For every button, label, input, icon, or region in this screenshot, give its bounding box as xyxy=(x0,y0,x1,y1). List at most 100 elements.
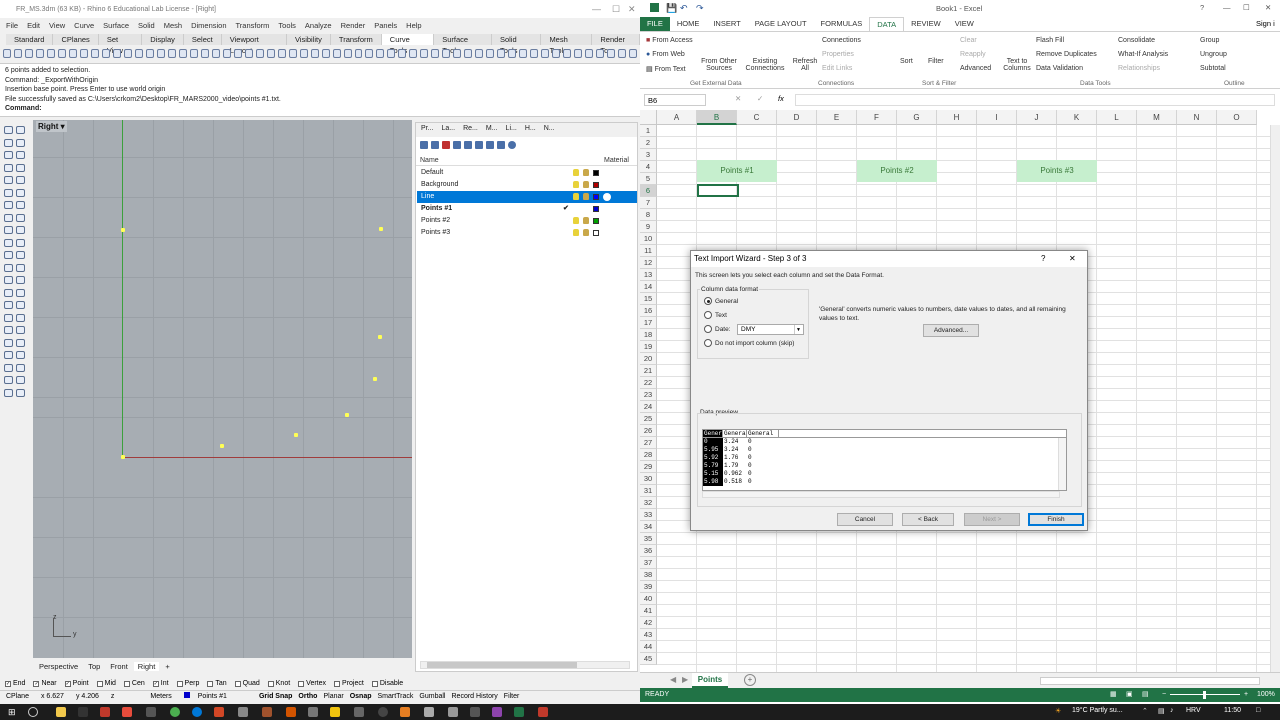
app-icon[interactable] xyxy=(492,707,502,717)
column-header[interactable]: I xyxy=(977,110,1017,125)
tool-icon[interactable] xyxy=(16,226,25,234)
preview-column-header[interactable]: Genera xyxy=(723,430,747,437)
points-header-cell[interactable]: Points #1 xyxy=(697,160,777,182)
viewport-tab[interactable]: Top xyxy=(84,662,104,671)
osnap-toggle[interactable]: ✓ Int xyxy=(152,680,169,687)
minimize-icon[interactable]: — xyxy=(592,4,601,14)
layer-color-swatch[interactable] xyxy=(593,230,599,236)
layer-row[interactable]: Line xyxy=(417,191,637,203)
horizontal-scrollbar[interactable] xyxy=(420,661,630,669)
command-prompt[interactable]: Command: xyxy=(5,104,635,114)
what-if-button[interactable]: What-If Analysis xyxy=(1118,51,1168,58)
curve-tool-icon[interactable] xyxy=(310,49,319,58)
row-header[interactable]: 16 xyxy=(640,305,657,317)
menu-item[interactable]: File xyxy=(6,21,18,30)
curve-tool-icon[interactable] xyxy=(596,49,605,58)
row-header[interactable]: 3 xyxy=(640,149,657,161)
row-header[interactable]: 43 xyxy=(640,629,657,641)
formula-input[interactable] xyxy=(795,94,1275,106)
curve-tool-icon[interactable] xyxy=(233,49,242,58)
curve-tool-icon[interactable] xyxy=(332,49,341,58)
row-header[interactable]: 42 xyxy=(640,617,657,629)
osnap-toggle[interactable]: Cen xyxy=(123,680,145,687)
name-box[interactable]: B6 xyxy=(644,94,706,106)
new-sublayer-icon[interactable] xyxy=(431,141,439,149)
curve-tool-icon[interactable] xyxy=(552,49,561,58)
format-radio[interactable] xyxy=(704,325,712,333)
point-marker[interactable] xyxy=(373,377,377,381)
curve-tool-icon[interactable] xyxy=(629,49,638,58)
point-marker[interactable] xyxy=(379,227,383,231)
tool-icon[interactable] xyxy=(4,363,13,372)
column-header[interactable]: M xyxy=(1137,110,1177,125)
app-icon[interactable] xyxy=(100,707,110,717)
curve-tool-icon[interactable] xyxy=(145,49,154,58)
curve-tool-icon[interactable] xyxy=(365,49,374,58)
lock-icon[interactable] xyxy=(583,193,589,200)
cplane-label[interactable]: CPlane xyxy=(0,693,35,700)
curve-tool-icon[interactable] xyxy=(211,49,220,58)
curve-tool-icon[interactable] xyxy=(266,49,275,58)
new-layer-icon[interactable] xyxy=(420,141,428,149)
flash-fill-button[interactable]: Flash Fill xyxy=(1036,37,1064,44)
format-option-label[interactable]: Date: xyxy=(715,326,731,333)
bulb-icon[interactable] xyxy=(573,169,579,176)
tool-icon[interactable] xyxy=(4,138,13,147)
advanced-filter-button[interactable]: Advanced xyxy=(960,65,991,72)
format-radio[interactable] xyxy=(704,297,712,305)
remove-duplicates-button[interactable]: Remove Duplicates xyxy=(1036,51,1097,58)
group-button[interactable]: Group xyxy=(1200,37,1219,44)
date-format-select[interactable]: DMY ▼ xyxy=(737,324,804,335)
curve-tool-icon[interactable] xyxy=(530,49,539,58)
clock[interactable]: 11:50 xyxy=(1224,707,1241,714)
point-marker[interactable] xyxy=(378,335,382,339)
curve-tool-icon[interactable] xyxy=(409,49,418,58)
column-header[interactable]: K xyxy=(1057,110,1097,125)
app-icon[interactable] xyxy=(308,707,318,717)
curve-tool-icon[interactable] xyxy=(255,49,264,58)
checkbox[interactable]: ✓ xyxy=(152,680,159,687)
tool-icon[interactable] xyxy=(16,388,25,397)
points-header-cell[interactable]: Points #3 xyxy=(1017,160,1097,182)
from-web-button[interactable]: ● From Web xyxy=(646,51,685,58)
layer-row[interactable]: Background xyxy=(417,179,637,191)
language-indicator[interactable]: HRV xyxy=(1186,707,1201,714)
status-toggle[interactable]: Ortho xyxy=(298,693,317,700)
app-icon[interactable] xyxy=(378,707,388,717)
close-icon[interactable]: ✕ xyxy=(1069,251,1076,267)
row-header[interactable]: 36 xyxy=(640,545,657,557)
app-icon[interactable] xyxy=(538,707,548,717)
checkbox[interactable] xyxy=(334,680,341,687)
curve-tool-icon[interactable] xyxy=(101,49,110,58)
toolbar-tab[interactable]: Mesh Tools xyxy=(541,34,593,55)
minimize-icon[interactable]: — xyxy=(1223,3,1231,12)
row-header[interactable]: 44 xyxy=(640,641,657,653)
tool-icon[interactable] xyxy=(4,238,13,247)
page-break-icon[interactable]: ▤ xyxy=(1142,688,1149,702)
column-header[interactable]: J xyxy=(1017,110,1057,125)
tool-icon[interactable] xyxy=(4,226,13,234)
tool-icon[interactable] xyxy=(4,313,13,322)
curve-tool-icon[interactable] xyxy=(24,49,33,58)
move-parent-icon[interactable] xyxy=(475,141,483,149)
tool-icon[interactable] xyxy=(16,313,25,322)
row-header[interactable]: 15 xyxy=(640,293,657,305)
row-header[interactable]: 38 xyxy=(640,569,657,581)
curve-tool-icon[interactable] xyxy=(222,49,231,58)
cancel-button[interactable]: Cancel xyxy=(837,513,893,526)
panel-tab[interactable]: Pr... xyxy=(418,125,436,135)
ungroup-button[interactable]: Ungroup xyxy=(1200,51,1227,58)
menu-item[interactable]: Help xyxy=(406,21,421,30)
curve-tool-icon[interactable] xyxy=(134,49,143,58)
menu-item[interactable]: Panels xyxy=(374,21,397,30)
app-icon[interactable] xyxy=(330,707,340,717)
windows-start-icon[interactable]: ⊞ xyxy=(8,707,18,717)
ribbon-tab[interactable]: INSERT xyxy=(706,17,747,31)
layer-color-swatch[interactable] xyxy=(593,218,599,224)
sheet-tab-points[interactable]: Points xyxy=(692,673,728,688)
panel-tab[interactable]: Re... xyxy=(460,125,481,135)
existing-connections-button[interactable]: Existing Connections xyxy=(744,58,786,72)
prev-sheet-icon[interactable]: ◀ xyxy=(670,675,676,684)
column-header[interactable]: C xyxy=(737,110,777,125)
zoom-out-icon[interactable]: − xyxy=(1162,688,1166,702)
